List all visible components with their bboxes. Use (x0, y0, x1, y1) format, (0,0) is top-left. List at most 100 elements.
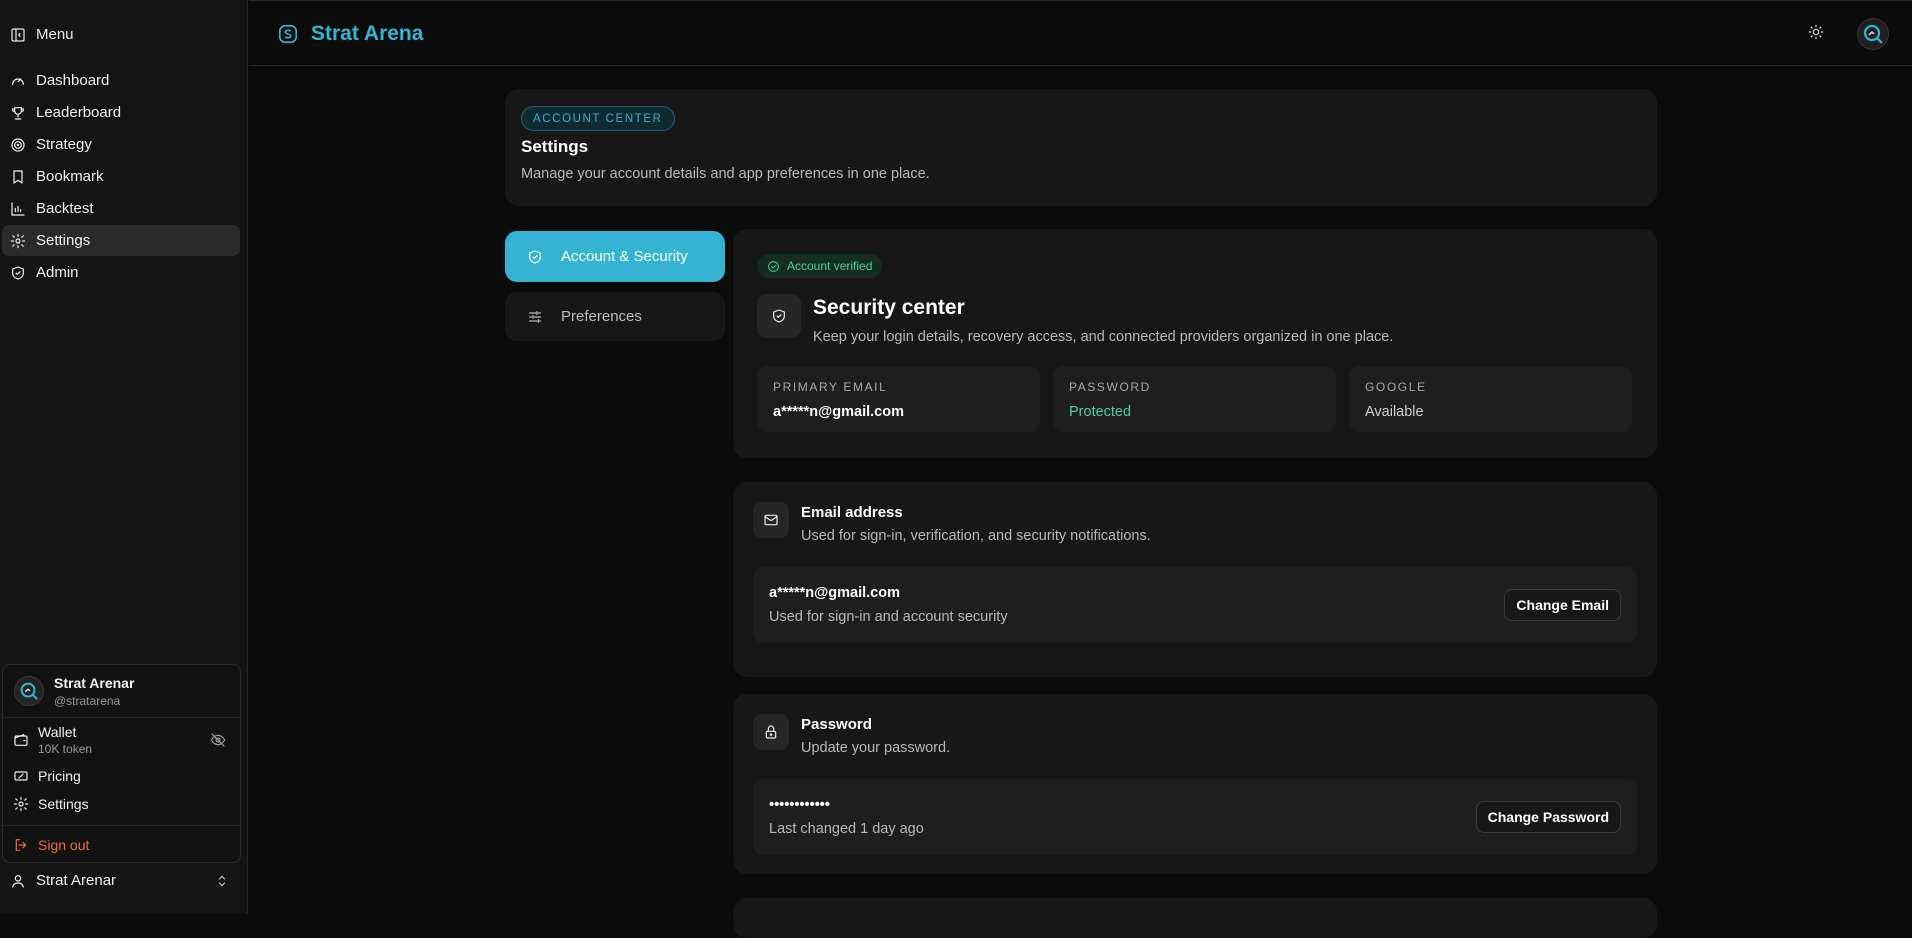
section-description: Keep your login details, recovery access… (813, 329, 1394, 345)
avatar (14, 676, 44, 706)
password-last-changed: Last changed 1 day ago (769, 821, 924, 837)
stat-value: Available (1365, 404, 1424, 420)
sidebar-item-bookmark[interactable]: Bookmark (2, 161, 240, 192)
shield-icon (771, 308, 787, 324)
tab-account-security[interactable]: Account & Security (505, 231, 725, 282)
avatar[interactable] (1857, 18, 1889, 50)
sidebar-item-label: Backtest (36, 200, 94, 217)
lock-icon-box (753, 714, 789, 750)
account-center-header: ACCOUNT CENTER Settings Manage your acco… (505, 89, 1657, 206)
tab-label: Account & Security (561, 248, 688, 265)
password-row: •••••••••••• Last changed 1 day ago Chan… (753, 779, 1637, 855)
email-usage-note: Used for sign-in and account security (769, 609, 1008, 625)
security-center-card: Account verified Security center Keep yo… (733, 229, 1657, 458)
wallet-item[interactable]: Wallet 10K token (3, 718, 240, 762)
target-icon (10, 137, 26, 153)
sidebar-item-label: Bookmark (36, 168, 104, 185)
gear-icon (10, 233, 26, 249)
account-center-badge: ACCOUNT CENTER (521, 106, 675, 131)
sidebar-item-strategy[interactable]: Strategy (2, 129, 240, 160)
pricing-label: Pricing (38, 768, 81, 784)
shield-icon (527, 249, 543, 265)
sidebar-item-leaderboard[interactable]: Leaderboard (2, 97, 240, 128)
mail-icon (763, 512, 779, 528)
wallet-icon (13, 732, 29, 748)
page-description: Manage your account details and app pref… (521, 166, 930, 182)
status-badge: Account verified (757, 254, 883, 278)
sidebar-item-dashboard[interactable]: Dashboard (2, 65, 240, 96)
lock-icon (763, 724, 779, 740)
tab-preferences[interactable]: Preferences (505, 292, 725, 341)
current-email: a*****n@gmail.com (769, 585, 900, 601)
sidebar-item-label: Dashboard (36, 72, 110, 89)
stat-primary-email: PRIMARY EMAIL a*****n@gmail.com (757, 366, 1040, 432)
sidebar-item-label: Admin (36, 264, 79, 281)
user-menu-card: Strat Arenar @stratarena Wallet 10K toke… (2, 664, 241, 863)
brand[interactable]: Strat Arena (277, 22, 423, 46)
email-address-card: Email address Used for sign-in, verifica… (733, 482, 1657, 677)
brand-name: Strat Arena (311, 22, 424, 45)
chart-icon (10, 201, 26, 217)
section-title: Security center (813, 296, 965, 319)
eye-off-icon[interactable] (210, 732, 226, 748)
change-email-button[interactable]: Change Email (1504, 589, 1621, 621)
sidebar-item-backtest[interactable]: Backtest (2, 193, 240, 224)
next-section-card (733, 898, 1657, 938)
sidebar-collapse-icon (10, 27, 26, 43)
stat-value: a*****n@gmail.com (773, 404, 904, 420)
sidebar-item-settings[interactable]: Settings (2, 225, 240, 256)
stat-value: Protected (1069, 404, 1132, 420)
shield-icon (10, 265, 26, 281)
user-handle: @stratarena (54, 693, 121, 708)
account-switcher[interactable]: Strat Arenar (10, 872, 230, 889)
stat-password: PASSWORD Protected (1053, 366, 1336, 432)
menu-toggle[interactable]: Menu (10, 26, 74, 43)
sidebar-item-label: Settings (36, 232, 91, 249)
section-title: Password (801, 716, 872, 733)
stat-label: PRIMARY EMAIL (773, 380, 888, 394)
section-description: Used for sign-in, verification, and secu… (801, 528, 1151, 544)
sidebar-item-label: Leaderboard (36, 104, 122, 121)
menu-label: Menu (36, 26, 74, 43)
gear-icon (13, 796, 29, 812)
sliders-icon (527, 309, 543, 325)
trophy-icon (10, 105, 26, 121)
page-title: Settings (521, 137, 589, 156)
change-password-button[interactable]: Change Password (1475, 801, 1621, 833)
email-row: a*****n@gmail.com Used for sign-in and a… (753, 567, 1637, 643)
sign-out-button[interactable]: Sign out (3, 825, 240, 863)
stat-label: GOOGLE (1365, 380, 1427, 394)
user-name: Strat Arenar (54, 674, 135, 691)
stat-google: GOOGLE Available (1349, 366, 1632, 432)
sign-out-icon (13, 837, 29, 853)
logo-icon (1863, 24, 1883, 44)
sun-icon[interactable] (1808, 24, 1824, 40)
check-circle-icon (767, 260, 780, 273)
sidebar-item-label: Strategy (36, 136, 92, 153)
verified-label: Account verified (787, 259, 873, 273)
gauge-icon (10, 73, 26, 89)
section-description: Update your password. (801, 740, 951, 756)
sidebar-item-admin[interactable]: Admin (2, 257, 240, 288)
wallet-balance: 10K token (38, 742, 93, 756)
security-shield (757, 294, 801, 338)
sidebar-nav: Dashboard Leaderboard Strategy Bookmark … (2, 65, 240, 289)
user-profile[interactable]: Strat Arenar @stratarena (3, 665, 240, 718)
settings-item[interactable]: Settings (3, 790, 240, 818)
section-title: Email address (801, 504, 903, 521)
logo-icon (20, 682, 38, 700)
settings-label: Settings (38, 796, 89, 812)
tab-label: Preferences (561, 308, 642, 325)
pricing-item[interactable]: Pricing (3, 762, 240, 790)
top-bar: Strat Arena (249, 0, 1912, 66)
masked-password: •••••••••••• (769, 797, 830, 813)
wallet-label: Wallet (38, 724, 77, 740)
stat-label: PASSWORD (1069, 380, 1151, 394)
chevron-up-down-icon (214, 873, 230, 889)
footer-user-name: Strat Arenar (36, 872, 117, 889)
sign-out-label: Sign out (38, 836, 90, 853)
ticket-icon (13, 768, 29, 784)
user-icon (10, 873, 26, 889)
bookmark-icon (10, 169, 26, 185)
password-card: Password Update your password. •••••••••… (733, 694, 1657, 874)
